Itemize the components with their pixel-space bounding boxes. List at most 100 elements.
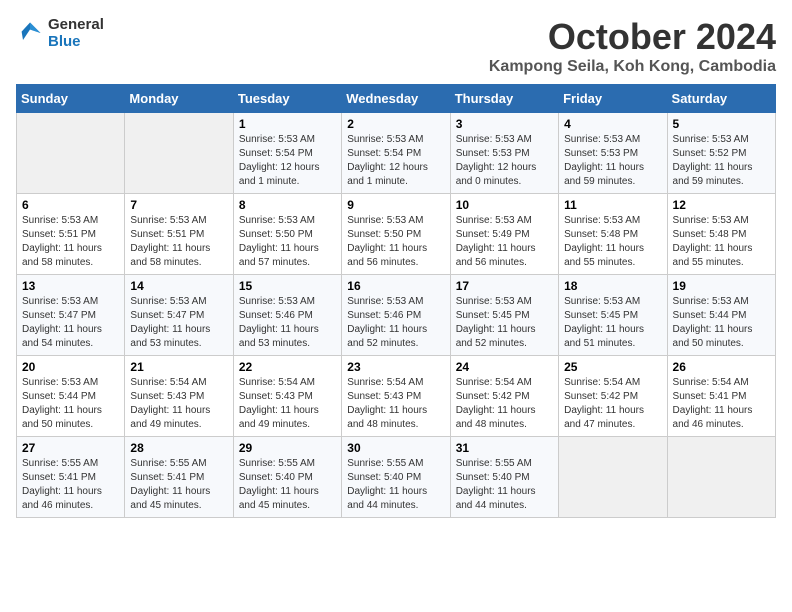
logo: General Blue (16, 16, 104, 50)
calendar-cell: 9Sunrise: 5:53 AM Sunset: 5:50 PM Daylig… (342, 194, 450, 275)
calendar-cell: 13 Sunrise: 5:53 AM Sunset: 5:47 PM Dayli… (17, 275, 125, 356)
day-number: 11 (564, 198, 661, 212)
calendar-cell: 16 Sunrise: 5:53 AM Sunset: 5:46 PM Dayli… (342, 275, 450, 356)
calendar-cell: 15 Sunrise: 5:53 AM Sunset: 5:46 PM Dayli… (233, 275, 341, 356)
day-detail: Sunrise: 5:54 AM Sunset: 5:41 PM Dayligh… (673, 376, 770, 432)
day-number: 17 (456, 279, 553, 293)
day-number: 5 (673, 117, 770, 131)
day-detail: Sunrise: 5:54 AM Sunset: 5:43 PM Dayligh… (347, 376, 444, 432)
week-row-2: 6 Sunrise: 5:53 AM Sunset: 5:51 PM Daylig… (17, 194, 776, 275)
calendar-cell: 5 Sunrise: 5:53 AM Sunset: 5:52 PM Daylig… (667, 113, 775, 194)
header-thursday: Thursday (450, 85, 558, 113)
header-monday: Monday (125, 85, 233, 113)
day-detail: Sunrise: 5:53 AM Sunset: 5:44 PM Dayligh… (22, 376, 119, 432)
calendar-cell: 23 Sunrise: 5:54 AM Sunset: 5:43 PM Dayli… (342, 356, 450, 437)
calendar-cell: 20 Sunrise: 5:53 AM Sunset: 5:44 PM Dayli… (17, 356, 125, 437)
day-number: 28 (130, 441, 227, 455)
day-number: 24 (456, 360, 553, 374)
calendar-cell (125, 113, 233, 194)
page-header: General Blue October 2024 Kampong Seila,… (16, 16, 776, 76)
day-number: 14 (130, 279, 227, 293)
week-row-4: 20 Sunrise: 5:53 AM Sunset: 5:44 PM Dayli… (17, 356, 776, 437)
calendar-cell: 3 Sunrise: 5:53 AM Sunset: 5:53 PM Daylig… (450, 113, 558, 194)
day-number: 3 (456, 117, 553, 131)
day-number: 2 (347, 117, 444, 131)
day-number: 20 (22, 360, 119, 374)
week-row-1: 1 Sunrise: 5:53 AM Sunset: 5:54 PM Daylig… (17, 113, 776, 194)
day-detail: Sunrise: 5:54 AM Sunset: 5:42 PM Dayligh… (564, 376, 661, 432)
calendar-cell: 29 Sunrise: 5:55 AM Sunset: 5:40 PM Dayli… (233, 437, 341, 518)
calendar-cell: 2 Sunrise: 5:53 AM Sunset: 5:54 PM Daylig… (342, 113, 450, 194)
day-detail: Sunrise: 5:53 AM Sunset: 5:54 PM Dayligh… (347, 133, 444, 189)
day-number: 30 (347, 441, 444, 455)
day-detail: Sunrise: 5:55 AM Sunset: 5:41 PM Dayligh… (130, 457, 227, 513)
calendar-cell: 4Sunrise: 5:53 AM Sunset: 5:53 PM Daylig… (559, 113, 667, 194)
day-number: 19 (673, 279, 770, 293)
day-number: 22 (239, 360, 336, 374)
calendar-header-row: SundayMondayTuesdayWednesdayThursdayFrid… (17, 85, 776, 113)
day-number: 27 (22, 441, 119, 455)
day-detail: Sunrise: 5:54 AM Sunset: 5:43 PM Dayligh… (130, 376, 227, 432)
day-detail: Sunrise: 5:53 AM Sunset: 5:52 PM Dayligh… (673, 133, 770, 189)
calendar-cell (559, 437, 667, 518)
day-number: 6 (22, 198, 119, 212)
calendar-cell: 26 Sunrise: 5:54 AM Sunset: 5:41 PM Dayli… (667, 356, 775, 437)
day-number: 18 (564, 279, 661, 293)
calendar-cell: 25 Sunrise: 5:54 AM Sunset: 5:42 PM Dayli… (559, 356, 667, 437)
calendar-cell: 6 Sunrise: 5:53 AM Sunset: 5:51 PM Daylig… (17, 194, 125, 275)
calendar-cell: 31Sunrise: 5:55 AM Sunset: 5:40 PM Dayli… (450, 437, 558, 518)
calendar-cell: 17Sunrise: 5:53 AM Sunset: 5:45 PM Dayli… (450, 275, 558, 356)
day-number: 23 (347, 360, 444, 374)
day-detail: Sunrise: 5:53 AM Sunset: 5:51 PM Dayligh… (22, 214, 119, 270)
calendar-title: October 2024 (489, 16, 776, 58)
day-detail: Sunrise: 5:53 AM Sunset: 5:50 PM Dayligh… (347, 214, 444, 270)
header-saturday: Saturday (667, 85, 775, 113)
header-tuesday: Tuesday (233, 85, 341, 113)
day-number: 25 (564, 360, 661, 374)
day-detail: Sunrise: 5:53 AM Sunset: 5:47 PM Dayligh… (22, 295, 119, 351)
day-detail: Sunrise: 5:55 AM Sunset: 5:40 PM Dayligh… (347, 457, 444, 513)
calendar-cell: 1 Sunrise: 5:53 AM Sunset: 5:54 PM Daylig… (233, 113, 341, 194)
calendar-cell: 21 Sunrise: 5:54 AM Sunset: 5:43 PM Dayli… (125, 356, 233, 437)
day-number: 16 (347, 279, 444, 293)
week-row-5: 27 Sunrise: 5:55 AM Sunset: 5:41 PM Dayli… (17, 437, 776, 518)
day-detail: Sunrise: 5:53 AM Sunset: 5:49 PM Dayligh… (456, 214, 553, 270)
day-number: 13 (22, 279, 119, 293)
day-number: 21 (130, 360, 227, 374)
day-detail: Sunrise: 5:53 AM Sunset: 5:54 PM Dayligh… (239, 133, 336, 189)
day-detail: Sunrise: 5:53 AM Sunset: 5:46 PM Dayligh… (239, 295, 336, 351)
header-sunday: Sunday (17, 85, 125, 113)
day-number: 10 (456, 198, 553, 212)
day-detail: Sunrise: 5:53 AM Sunset: 5:48 PM Dayligh… (564, 214, 661, 270)
calendar-table: SundayMondayTuesdayWednesdayThursdayFrid… (16, 84, 776, 518)
day-detail: Sunrise: 5:53 AM Sunset: 5:44 PM Dayligh… (673, 295, 770, 351)
header-friday: Friday (559, 85, 667, 113)
day-number: 29 (239, 441, 336, 455)
day-number: 15 (239, 279, 336, 293)
day-detail: Sunrise: 5:54 AM Sunset: 5:42 PM Dayligh… (456, 376, 553, 432)
day-detail: Sunrise: 5:53 AM Sunset: 5:50 PM Dayligh… (239, 214, 336, 270)
day-detail: Sunrise: 5:53 AM Sunset: 5:46 PM Dayligh… (347, 295, 444, 351)
calendar-cell (667, 437, 775, 518)
week-row-3: 13 Sunrise: 5:53 AM Sunset: 5:47 PM Dayli… (17, 275, 776, 356)
logo-text: General Blue (48, 16, 104, 50)
day-detail: Sunrise: 5:53 AM Sunset: 5:53 PM Dayligh… (456, 133, 553, 189)
day-number: 26 (673, 360, 770, 374)
day-detail: Sunrise: 5:55 AM Sunset: 5:41 PM Dayligh… (22, 457, 119, 513)
day-number: 1 (239, 117, 336, 131)
calendar-cell: 22Sunrise: 5:54 AM Sunset: 5:43 PM Dayli… (233, 356, 341, 437)
day-number: 12 (673, 198, 770, 212)
calendar-cell: 10 Sunrise: 5:53 AM Sunset: 5:49 PM Dayli… (450, 194, 558, 275)
day-number: 31 (456, 441, 553, 455)
calendar-cell: 27 Sunrise: 5:55 AM Sunset: 5:41 PM Dayli… (17, 437, 125, 518)
header-wednesday: Wednesday (342, 85, 450, 113)
day-detail: Sunrise: 5:55 AM Sunset: 5:40 PM Dayligh… (239, 457, 336, 513)
calendar-cell: 28 Sunrise: 5:55 AM Sunset: 5:41 PM Dayli… (125, 437, 233, 518)
calendar-cell: 11 Sunrise: 5:53 AM Sunset: 5:48 PM Dayli… (559, 194, 667, 275)
calendar-cell (17, 113, 125, 194)
calendar-cell: 18Sunrise: 5:53 AM Sunset: 5:45 PM Dayli… (559, 275, 667, 356)
calendar-cell: 14Sunrise: 5:53 AM Sunset: 5:47 PM Dayli… (125, 275, 233, 356)
day-number: 4 (564, 117, 661, 131)
calendar-cell: 30 Sunrise: 5:55 AM Sunset: 5:40 PM Dayli… (342, 437, 450, 518)
logo-icon (16, 19, 44, 47)
